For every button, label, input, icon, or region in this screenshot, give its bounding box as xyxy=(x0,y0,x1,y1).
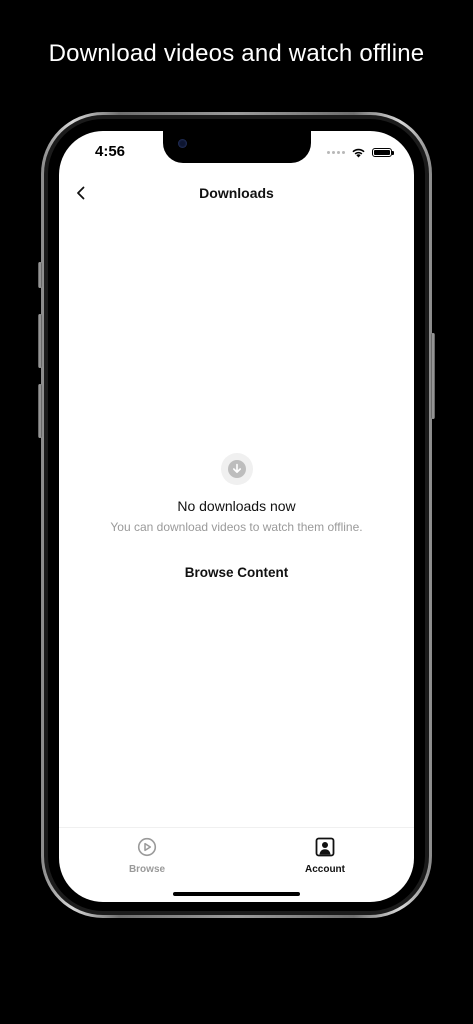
play-circle-icon xyxy=(137,837,157,857)
volume-down-button xyxy=(38,384,42,438)
browse-content-button[interactable]: Browse Content xyxy=(185,565,289,580)
home-indicator xyxy=(173,892,300,896)
tab-browse[interactable]: Browse xyxy=(107,837,187,875)
notch xyxy=(163,131,311,163)
download-arrow-icon xyxy=(227,460,246,478)
tab-browse-label: Browse xyxy=(128,864,166,875)
account-icon xyxy=(315,837,335,857)
empty-state-icon-badge xyxy=(220,453,253,485)
volume-up-button xyxy=(38,314,42,368)
tab-account-label: Account xyxy=(305,864,345,875)
empty-state-title: No downloads now xyxy=(177,498,296,514)
status-time: 4:56 xyxy=(95,143,126,160)
phone-screen: 4:56 Downloads No downloads now You can … xyxy=(59,131,414,902)
battery-icon xyxy=(372,147,394,157)
cellular-signal-icon xyxy=(327,150,345,154)
empty-state-subtitle: You can download videos to watch them of… xyxy=(110,520,363,534)
mute-switch xyxy=(38,262,42,288)
camera-icon xyxy=(178,139,187,148)
promo-headline: Download videos and watch offline xyxy=(48,40,425,67)
power-button xyxy=(431,333,435,419)
status-indicators xyxy=(327,145,394,159)
empty-state: No downloads now You can download videos… xyxy=(59,453,414,582)
tab-bar: Browse Account xyxy=(59,827,414,878)
wifi-icon xyxy=(352,148,365,157)
navigation-bar: Downloads xyxy=(59,175,414,211)
page: Download videos and watch offline 4:56 D… xyxy=(0,0,473,1024)
page-title: Downloads xyxy=(199,185,274,201)
tab-account[interactable]: Account xyxy=(285,837,365,875)
